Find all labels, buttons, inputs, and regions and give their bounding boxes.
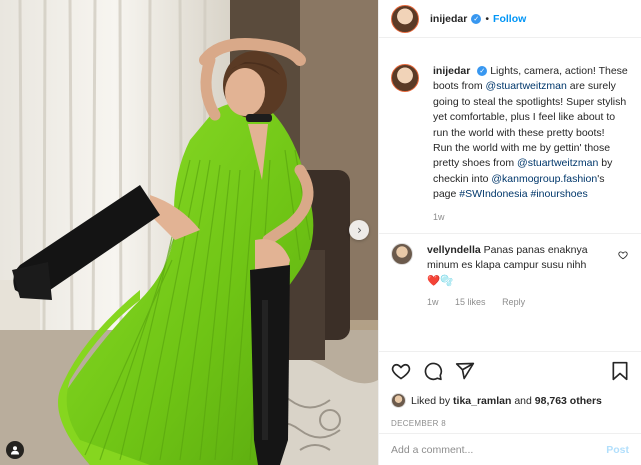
verified-icon: ✓ (471, 13, 482, 24)
caption: inijedar ✓ Lights, camera, action! These… (391, 64, 629, 225)
reply-button[interactable]: Reply (502, 297, 525, 307)
post-header: inijedar ✓ • Follow (379, 0, 641, 38)
action-icons (391, 360, 629, 382)
header-separator: • (485, 12, 490, 25)
divider (379, 233, 641, 235)
caption-username[interactable]: inijedar (433, 65, 470, 77)
likes-middle: and (511, 394, 535, 407)
photo-illustration (0, 0, 378, 465)
verified-icon: ✓ (477, 66, 488, 77)
follow-button[interactable]: Follow (493, 13, 526, 25)
user-tag-icon (11, 446, 19, 455)
caption-hashtag[interactable]: #SWIndonesia (459, 188, 527, 200)
comment-likes[interactable]: 15 likes (455, 297, 486, 307)
heart-icon[interactable] (391, 361, 411, 381)
likes-count[interactable]: 98,763 others (535, 395, 602, 407)
likes-prefix: Liked by (411, 394, 454, 407)
commenter-avatar[interactable] (391, 243, 413, 266)
user-tag-button[interactable] (6, 441, 24, 459)
post-comment-button[interactable]: Post (606, 444, 629, 456)
comment-body: vellyndella Panas panas enaknya minum es… (427, 243, 602, 311)
bookmark-icon[interactable] (611, 361, 629, 381)
chevron-right-icon: › (357, 223, 362, 237)
next-photo-button[interactable]: › (349, 220, 369, 240)
comment-meta: 1w 15 likes Reply (427, 295, 602, 310)
likes-text: Liked by tika_ramlan and 98,763 others (411, 395, 602, 407)
caption-avatar[interactable] (391, 64, 419, 92)
post-details-panel: inijedar ✓ • Follow inijedar ✓ Lights, c… (378, 0, 641, 465)
post-actions: Liked by tika_ramlan and 98,763 others D… (379, 351, 641, 428)
liker-avatar[interactable] (391, 393, 406, 408)
comment-item: vellyndella Panas panas enaknya minum es… (391, 243, 629, 311)
share-icon[interactable] (455, 361, 475, 381)
comment-icon[interactable] (423, 361, 443, 381)
commenter-username[interactable]: vellyndella (427, 244, 481, 256)
comment-emoji: ❤️🫧 (427, 274, 454, 287)
comment-time: 1w (427, 297, 439, 308)
comments-section[interactable]: inijedar ✓ Lights, camera, action! These… (379, 38, 641, 351)
post-date: DECEMBER 8 (391, 419, 447, 428)
likes-summary: Liked by tika_ramlan and 98,763 others (391, 393, 629, 408)
caption-mention[interactable]: @kanmogroup.fashion (491, 173, 597, 185)
add-comment-bar: Post (379, 433, 641, 465)
post-photo[interactable]: › (0, 0, 378, 465)
caption-body: inijedar ✓ Lights, camera, action! These… (433, 64, 628, 225)
comment-like-heart-icon[interactable] (618, 250, 628, 260)
author-avatar[interactable] (391, 4, 419, 33)
caption-time: 1w (433, 211, 445, 222)
author-username[interactable]: inijedar (430, 13, 467, 25)
caption-mention[interactable]: @stuartweitzman (517, 157, 598, 169)
caption-mention[interactable]: @stuartweitzman (486, 80, 567, 92)
liker-username[interactable]: tika_ramlan (453, 395, 511, 407)
caption-hashtag[interactable]: #inourshoes (531, 188, 588, 200)
comment-input[interactable] (391, 443, 607, 456)
